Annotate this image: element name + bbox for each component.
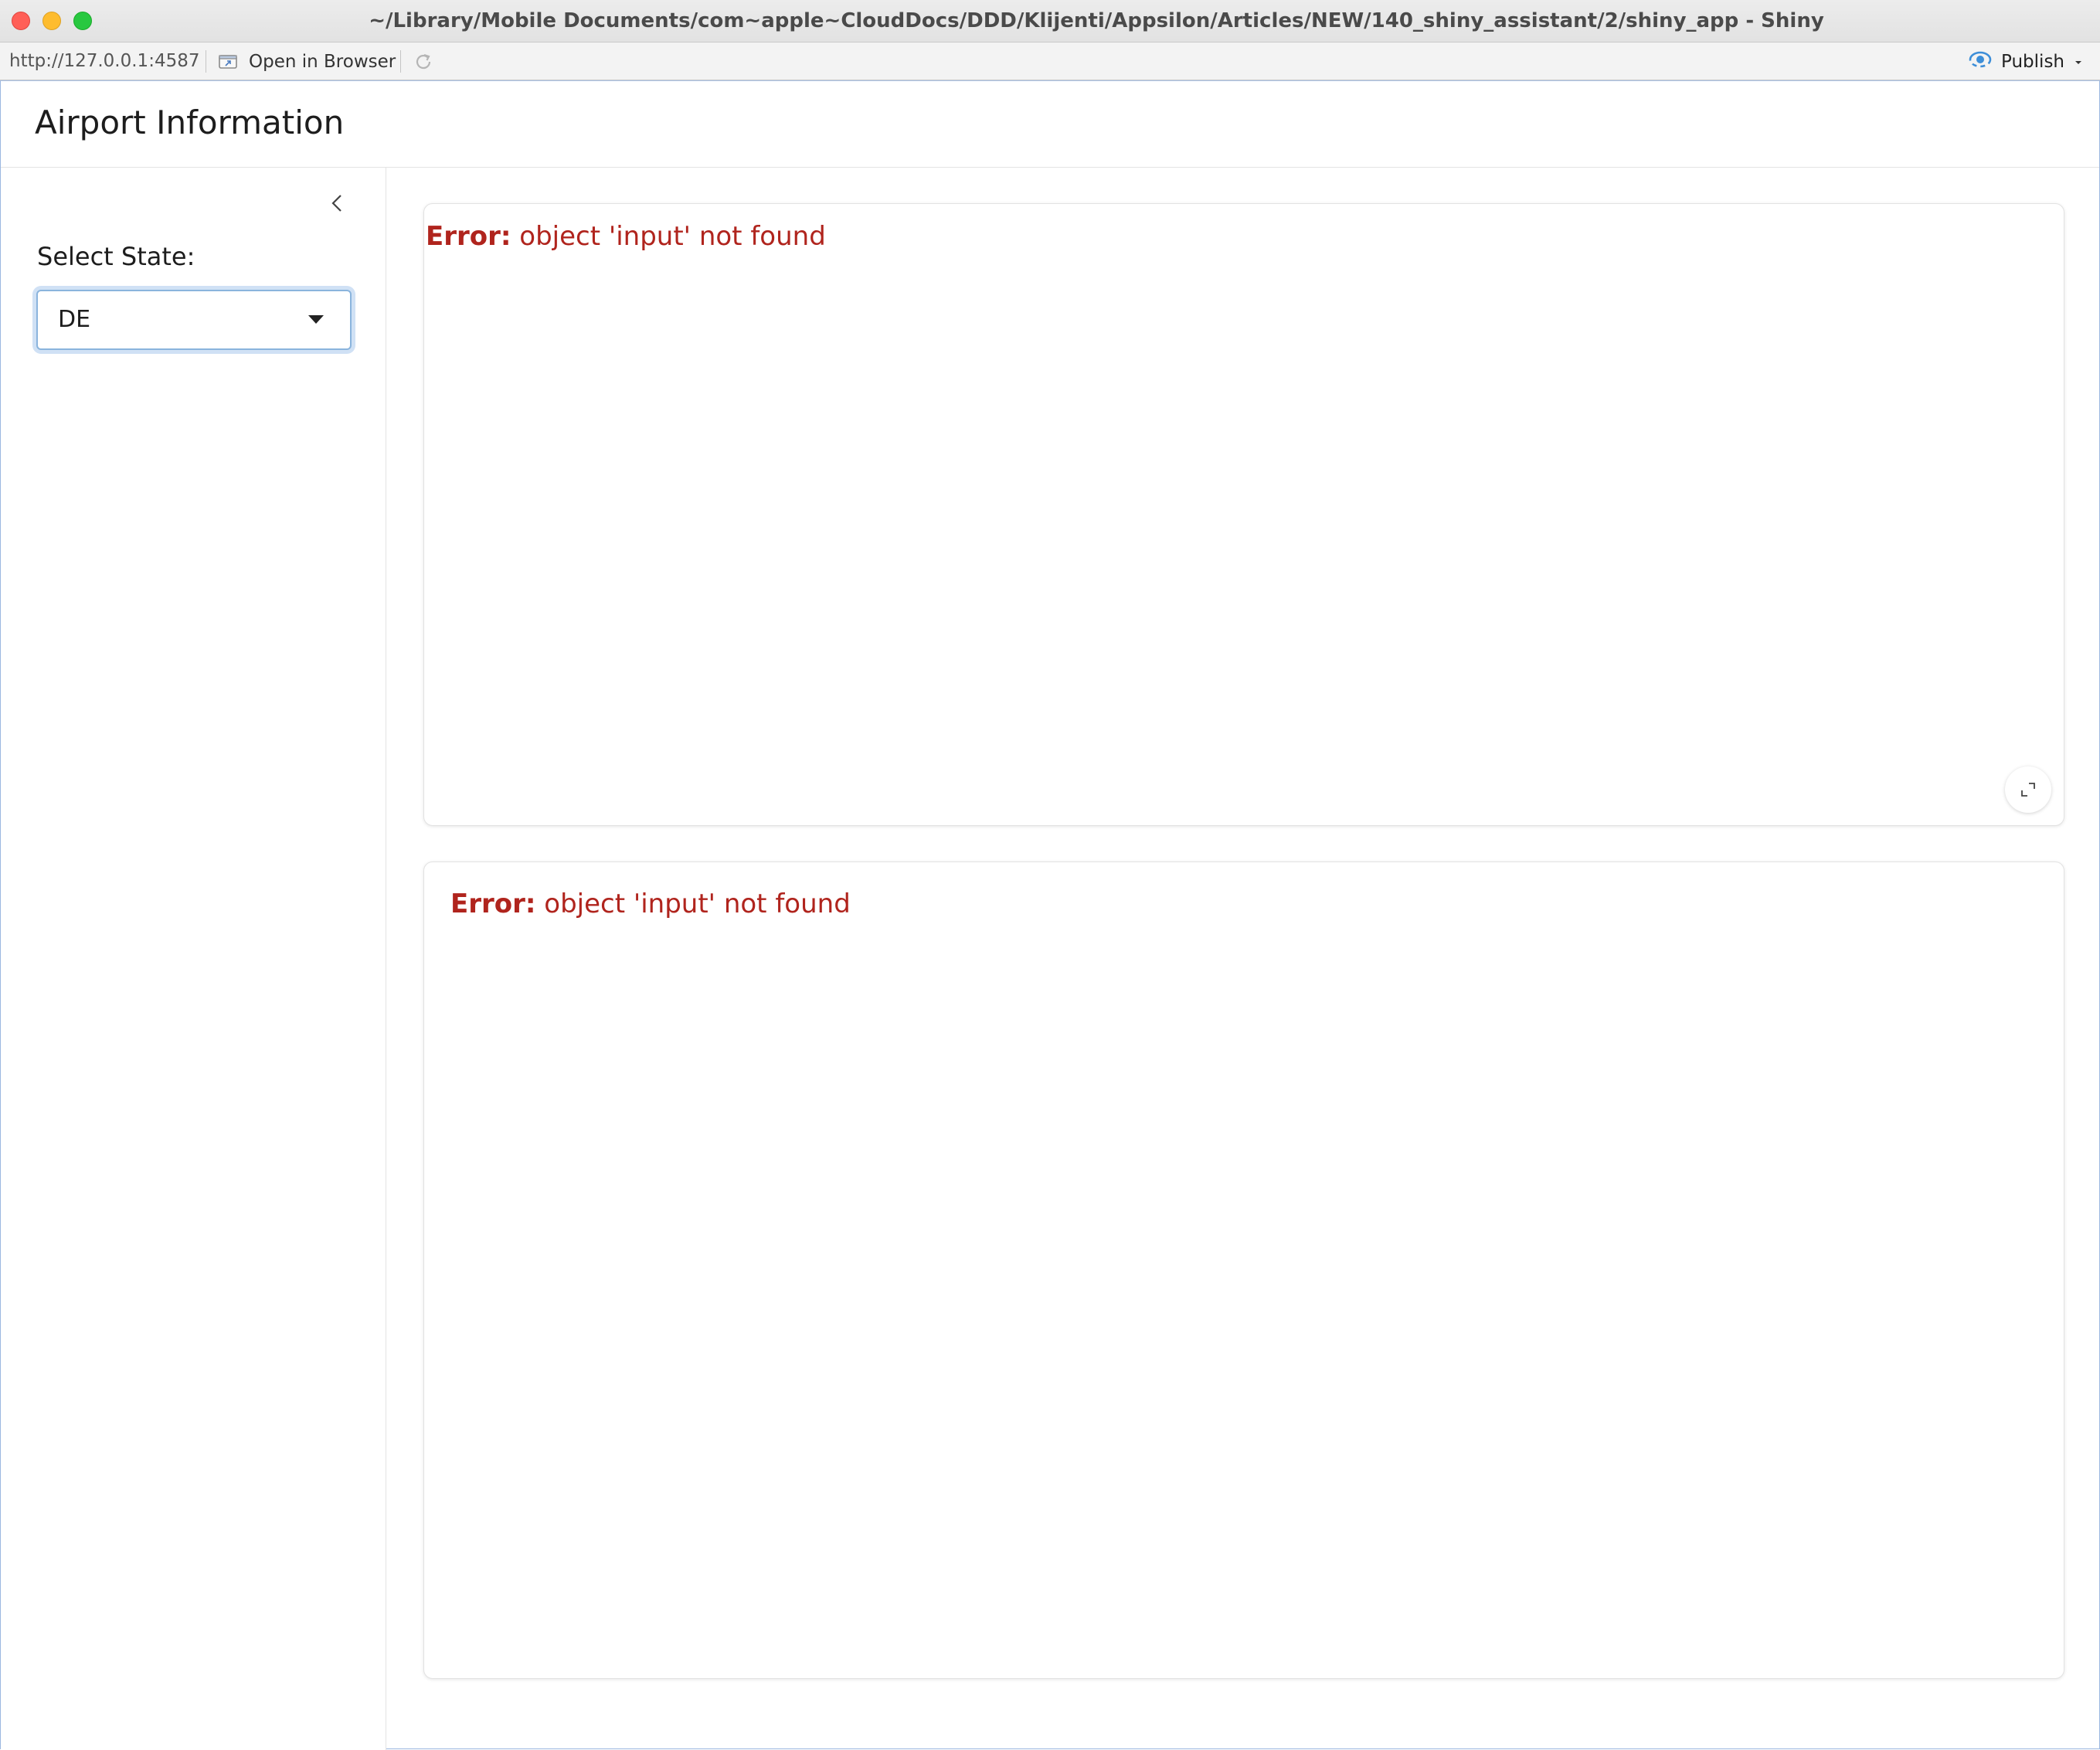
- main-content: Error: object 'input' not found Error: o…: [386, 168, 2099, 1750]
- app-header: Airport Information: [1, 81, 2099, 168]
- output-card: Error: object 'input' not found: [423, 203, 2064, 826]
- url-display: http://127.0.0.1:4587: [9, 51, 200, 71]
- open-in-browser-label: Open in Browser: [249, 51, 396, 72]
- state-select-value: DE: [58, 306, 91, 333]
- error-text: object 'input' not found: [511, 221, 826, 252]
- toolbar-divider: [400, 50, 401, 73]
- publish-icon: [1967, 49, 1993, 74]
- sidebar-collapse-button[interactable]: [324, 189, 352, 217]
- window-titlebar: ~/Library/Mobile Documents/com~apple~Clo…: [0, 0, 2100, 42]
- output-card: Error: object 'input' not found: [423, 861, 2064, 1679]
- expand-card-button[interactable]: [2005, 766, 2051, 813]
- page-title: Airport Information: [35, 104, 345, 141]
- error-message: Error: object 'input' not found: [426, 221, 826, 252]
- error-message: Error: object 'input' not found: [450, 889, 851, 919]
- caret-down-icon: [308, 315, 324, 324]
- sidebar: Select State: DE: [1, 168, 386, 1750]
- viewer-toolbar: http://127.0.0.1:4587 Open in Browser Pu…: [0, 42, 2100, 80]
- refresh-icon[interactable]: [413, 51, 434, 73]
- select-state-label: Select State:: [37, 242, 195, 271]
- error-label: Error:: [426, 221, 511, 252]
- chevron-down-icon[interactable]: [2072, 52, 2085, 72]
- error-label: Error:: [450, 889, 536, 919]
- open-in-browser-icon: [218, 53, 240, 70]
- chevron-left-icon: [324, 195, 352, 220]
- open-in-browser-button[interactable]: Open in Browser: [218, 42, 396, 80]
- publish-label: Publish: [2001, 51, 2064, 72]
- state-select[interactable]: DE: [36, 290, 352, 350]
- shiny-app: Airport Information Select State: DE Err…: [0, 80, 2100, 1750]
- error-text: object 'input' not found: [535, 889, 851, 919]
- window-title: ~/Library/Mobile Documents/com~apple~Clo…: [369, 9, 1824, 32]
- publish-button[interactable]: Publish: [1967, 42, 2085, 80]
